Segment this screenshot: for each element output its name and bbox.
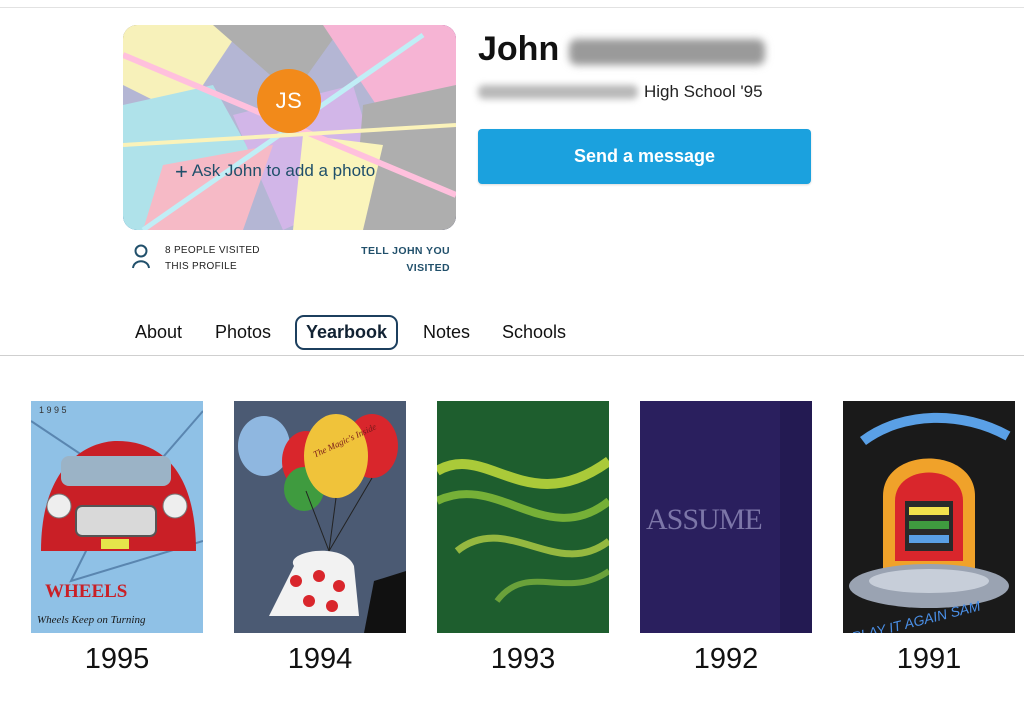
tab-notes[interactable]: Notes <box>423 322 470 343</box>
cover-subtitle: Wheels Keep on Turning <box>37 614 146 626</box>
yearbook-cover[interactable] <box>437 401 609 633</box>
top-divider <box>0 7 1024 8</box>
yearbook-1992[interactable]: ASSUME 1992 <box>640 401 812 676</box>
person-icon <box>132 244 150 269</box>
ask-photo-label: Ask John to add a photo <box>191 161 376 180</box>
yearbook-year: 1994 <box>287 643 353 675</box>
yearbook-year: 1995 <box>84 643 150 675</box>
profile-name: John <box>478 30 766 69</box>
send-message-button[interactable]: Send a message <box>478 129 811 184</box>
tabs-divider <box>0 355 1024 356</box>
cover-title: ASSUME <box>646 503 762 536</box>
cover-photo-card[interactable]: JS + Ask John to add a photo <box>123 25 456 230</box>
school-suffix: High School '95 <box>644 82 763 101</box>
redacted-surname <box>569 38 766 65</box>
yearbook-cover[interactable]: PLAY IT AGAIN SAM <box>843 401 1015 633</box>
yearbook-1995[interactable]: 1 9 9 5 WHEELS Wheels Keep on Turning 19… <box>31 401 203 676</box>
yearbook-cover[interactable]: The Magic's Inside <box>234 401 406 633</box>
avatar: JS <box>257 69 321 133</box>
profile-visits: 8 PEOPLE VISITED THIS PROFILE <box>131 243 285 275</box>
tab-about[interactable]: About <box>135 322 182 343</box>
cover-title: WHEELS <box>45 581 127 602</box>
yearbook-year: 1993 <box>490 643 556 675</box>
redacted-school-name <box>478 85 638 99</box>
cover-text-top: 1 9 9 5 <box>39 405 67 415</box>
profile-tabs: About Photos Yearbook Notes Schools <box>0 312 1024 356</box>
yearbook-1994[interactable]: The Magic's Inside 1994 <box>234 401 406 676</box>
tab-schools[interactable]: Schools <box>502 322 566 343</box>
ask-photo-link[interactable]: + Ask John to add a photo <box>175 158 376 184</box>
yearbook-1991[interactable]: PLAY IT AGAIN SAM 1991 <box>843 401 1015 676</box>
tab-photos[interactable]: Photos <box>215 322 271 343</box>
yearbook-cover[interactable]: 1 9 9 5 WHEELS Wheels Keep on Turning <box>31 401 203 633</box>
yearbook-year: 1992 <box>693 643 759 675</box>
plus-icon: + <box>175 158 188 184</box>
yearbook-1993[interactable]: 1993 <box>437 401 609 676</box>
yearbook-year: 1991 <box>896 643 962 675</box>
first-name: John <box>478 30 560 68</box>
visits-count-text: 8 PEOPLE VISITED THIS PROFILE <box>165 245 260 272</box>
tell-john-link[interactable]: TELL JOHN YOU VISITED <box>330 243 450 277</box>
profile-school: High School '95 <box>478 82 763 102</box>
yearbook-cover[interactable]: ASSUME <box>640 401 812 633</box>
tab-yearbook[interactable]: Yearbook <box>295 315 399 350</box>
